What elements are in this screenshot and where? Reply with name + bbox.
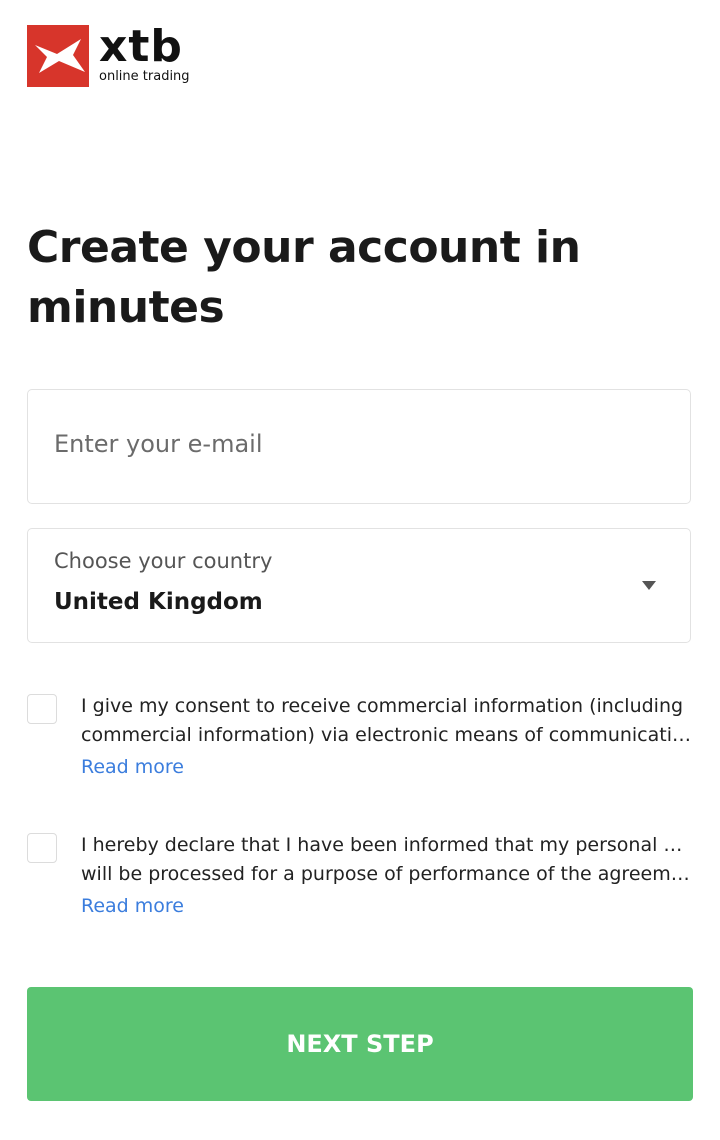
data-processing-consent-checkbox[interactable] [27,833,57,863]
data-processing-consent-text: I hereby declare that I have been inform… [81,831,691,923]
country-select[interactable]: Choose your country United Kingdom [27,528,691,643]
marketing-consent-checkbox[interactable] [27,694,57,724]
brand-wordmark: xtb [99,21,183,72]
country-label: Choose your country [54,549,273,573]
page-title: Create your account in minutes [27,222,581,333]
marketing-consent-text: I give my consent to receive commercial … [81,692,691,784]
next-step-button[interactable]: NEXT STEP [27,987,693,1101]
consent-line: commercial information) via electronic m… [81,724,691,746]
brand-tagline: online trading [99,69,190,84]
consent-line: will be processed for a purpose of perfo… [81,863,691,885]
read-more-link[interactable]: Read more [81,889,691,923]
xtb-logo[interactable]: xtb online trading [27,25,190,87]
email-field[interactable]: Enter your e-mail [27,389,691,504]
caret-down-icon [642,581,656,590]
consent-line: I hereby declare that I have been inform… [81,834,691,856]
email-placeholder: Enter your e-mail [54,430,263,458]
read-more-link[interactable]: Read more [81,750,691,784]
xtb-x-icon [27,25,89,87]
country-value: United Kingdom [54,589,263,615]
consent-line: I give my consent to receive commercial … [81,695,684,717]
